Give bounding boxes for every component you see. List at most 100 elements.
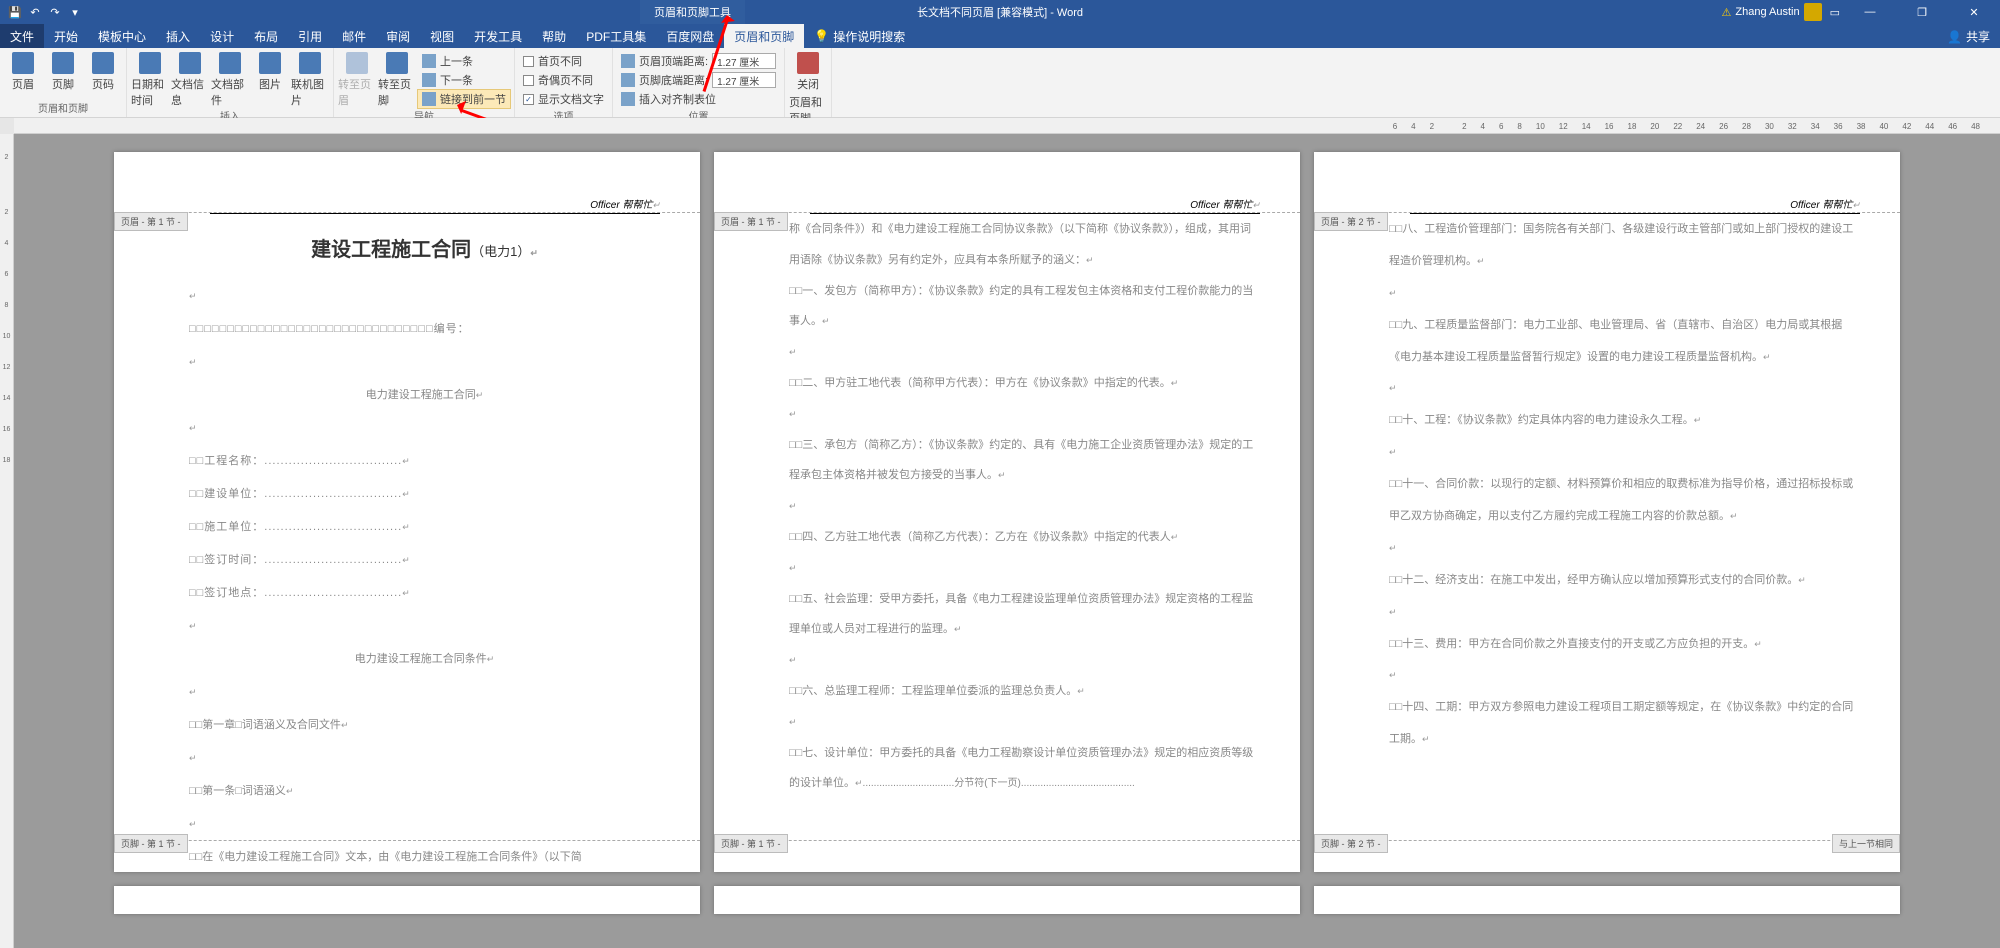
footer-icon [52, 52, 74, 74]
minimize-button[interactable]: — [1848, 0, 1892, 24]
goto-header-icon [346, 52, 368, 74]
save-icon[interactable]: 💾 [6, 3, 24, 21]
group-close: 关闭页眉和页脚 关闭 [785, 48, 832, 117]
share-button[interactable]: 👤共享 [1947, 28, 1990, 45]
qat-more-icon[interactable]: ▾ [66, 3, 84, 21]
group-options: 首页不同 奇偶页不同 ✓显示文档文字 选项 [515, 48, 613, 117]
insert-alignment-tab-button[interactable]: 插入对齐制表位 [617, 90, 780, 108]
link-icon [422, 92, 436, 106]
header-button[interactable]: 页眉 [4, 50, 42, 92]
align-tab-icon [621, 92, 635, 106]
undo-icon[interactable]: ↶ [26, 3, 44, 21]
close-header-footer-button[interactable]: 关闭页眉和页脚 [789, 50, 827, 126]
doc-parts-icon [219, 52, 241, 74]
footer-section-tag: 页脚 - 第 1 节 - [714, 834, 788, 853]
user-name: Zhang Austin [1735, 6, 1799, 18]
page-number-icon [92, 52, 114, 74]
tab-help[interactable]: 帮助 [532, 24, 576, 48]
page-body: 建设工程施工合同（电力1）↵ ↵ □□□□□□□□□□□□□□□□□□□□□□□… [189, 214, 660, 874]
quick-access-toolbar: 💾 ↶ ↷ ▾ [0, 3, 84, 21]
show-document-text-checkbox[interactable]: ✓显示文档文字 [519, 90, 608, 108]
vertical-ruler[interactable]: 224681012141618 [0, 134, 14, 948]
header-section-tag: 页眉 - 第 1 节 - [714, 212, 788, 231]
footer-from-bottom[interactable]: 页脚底端距离:1.27 厘米 [617, 71, 780, 89]
goto-footer-button[interactable]: 转至页脚 [378, 50, 416, 108]
tab-insert[interactable]: 插入 [156, 24, 200, 48]
doc-info-button[interactable]: 文档信息 [171, 50, 209, 108]
footer-button[interactable]: 页脚 [44, 50, 82, 92]
user-account[interactable]: ⚠ Zhang Austin [1722, 3, 1822, 21]
tab-design[interactable]: 设计 [200, 24, 244, 48]
document-canvas[interactable]: Officer 帮帮忙↵ 页眉 - 第 1 节 - 建设工程施工合同（电力1）↵… [14, 134, 2000, 948]
same-as-previous-tag: 与上一节相同 [1832, 834, 1900, 853]
tab-home[interactable]: 开始 [44, 24, 88, 48]
tab-developer[interactable]: 开发工具 [464, 24, 532, 48]
group-navigation: 转至页眉 转至页脚 上一条 下一条 链接到前一节 导航 [334, 48, 515, 117]
date-time-button[interactable]: 日期和时间 [131, 50, 169, 108]
tab-pdf[interactable]: PDF工具集 [576, 24, 656, 48]
page-body: □□八、工程造价管理部门：国务院各有关部门、各级建设行政主管部门或如上部门授权的… [1389, 214, 1860, 756]
tab-header-footer[interactable]: 页眉和页脚 [724, 24, 804, 48]
doc-info-icon [179, 52, 201, 74]
user-avatar [1804, 3, 1822, 21]
next-button[interactable]: 下一条 [418, 71, 510, 89]
header-top-spinner[interactable]: 1.27 厘米 [712, 53, 776, 69]
prev-icon [422, 54, 436, 68]
tab-layout[interactable]: 布局 [244, 24, 288, 48]
picture-button[interactable]: 图片 [251, 50, 289, 92]
tab-view[interactable]: 视图 [420, 24, 464, 48]
page-2: Officer 帮帮忙↵ 页眉 - 第 1 节 - 称《合同条件》）和《电力建设… [714, 152, 1300, 872]
link-to-previous-button[interactable]: 链接到前一节 [418, 90, 510, 108]
page-body: 称《合同条件》）和《电力建设工程施工合同协议条款》（以下简称《协议条款》），组成… [789, 214, 1260, 799]
different-first-page-checkbox[interactable]: 首页不同 [519, 52, 608, 70]
page-number-button[interactable]: 页码 [84, 50, 122, 92]
page-3: Officer 帮帮忙↵ 页眉 - 第 2 节 - □□八、工程造价管理部门：国… [1314, 152, 1900, 872]
page-6-stub [1314, 886, 1900, 914]
online-picture-icon [299, 52, 321, 74]
page-4-stub [114, 886, 700, 914]
different-odd-even-checkbox[interactable]: 奇偶页不同 [519, 71, 608, 89]
doc-parts-button[interactable]: 文档部件 [211, 50, 249, 108]
header-from-top[interactable]: 页眉顶端距离:1.27 厘米 [617, 52, 780, 70]
tab-template[interactable]: 模板中心 [88, 24, 156, 48]
tell-me-search[interactable]: 💡 操作说明搜索 [814, 28, 905, 45]
tell-me-label: 操作说明搜索 [833, 28, 905, 45]
group-insert: 日期和时间 文档信息 文档部件 图片 联机图片 插入 [127, 48, 334, 117]
contextual-tab-label: 页眉和页脚工具 [640, 0, 745, 24]
document-title: 长文档不同页眉 [兼容模式] - Word [917, 4, 1083, 20]
tab-references[interactable]: 引用 [288, 24, 332, 48]
header-icon [12, 52, 34, 74]
ribbon: 页眉 页脚 页码 页眉和页脚 日期和时间 文档信息 文档部件 图片 联机图片 插… [0, 48, 2000, 118]
tab-review[interactable]: 审阅 [376, 24, 420, 48]
goto-footer-icon [386, 52, 408, 74]
footer-bottom-icon [621, 73, 635, 87]
footer-section-tag: 页脚 - 第 1 节 - [114, 834, 188, 853]
group-position: 页眉顶端距离:1.27 厘米 页脚底端距离:1.27 厘米 插入对齐制表位 位置 [613, 48, 785, 117]
close-icon [797, 52, 819, 74]
lightbulb-icon: 💡 [814, 29, 829, 43]
tab-mailings[interactable]: 邮件 [332, 24, 376, 48]
next-icon [422, 73, 436, 87]
ribbon-display-icon[interactable]: ▭ [1830, 6, 1840, 19]
title-bar: 💾 ↶ ↷ ▾ 页眉和页脚工具 长文档不同页眉 [兼容模式] - Word ⚠ … [0, 0, 2000, 24]
online-picture-button[interactable]: 联机图片 [291, 50, 329, 108]
group-label: 页眉和页脚 [4, 100, 122, 117]
picture-icon [259, 52, 281, 74]
tab-baidu[interactable]: 百度网盘 [656, 24, 724, 48]
redo-icon[interactable]: ↷ [46, 3, 64, 21]
tab-file[interactable]: 文件 [0, 24, 44, 48]
maximize-button[interactable]: ❐ [1900, 0, 1944, 24]
footer-bottom-spinner[interactable]: 1.27 厘米 [712, 72, 776, 88]
previous-button[interactable]: 上一条 [418, 52, 510, 70]
horizontal-ruler[interactable]: 6422468101214161820222426283032343638404… [14, 118, 2000, 134]
footer-section-tag: 页脚 - 第 2 节 - [1314, 834, 1388, 853]
close-button[interactable]: ✕ [1952, 0, 1996, 24]
ribbon-tabs: 文件 开始 模板中心 插入 设计 布局 引用 邮件 审阅 视图 开发工具 帮助 … [0, 24, 2000, 48]
warning-icon: ⚠ [1722, 6, 1732, 19]
page-5-stub [714, 886, 1300, 914]
header-top-icon [621, 54, 635, 68]
page-1: Officer 帮帮忙↵ 页眉 - 第 1 节 - 建设工程施工合同（电力1）↵… [114, 152, 700, 872]
date-time-icon [139, 52, 161, 74]
header-section-tag: 页眉 - 第 2 节 - [1314, 212, 1388, 231]
header-section-tag: 页眉 - 第 1 节 - [114, 212, 188, 231]
